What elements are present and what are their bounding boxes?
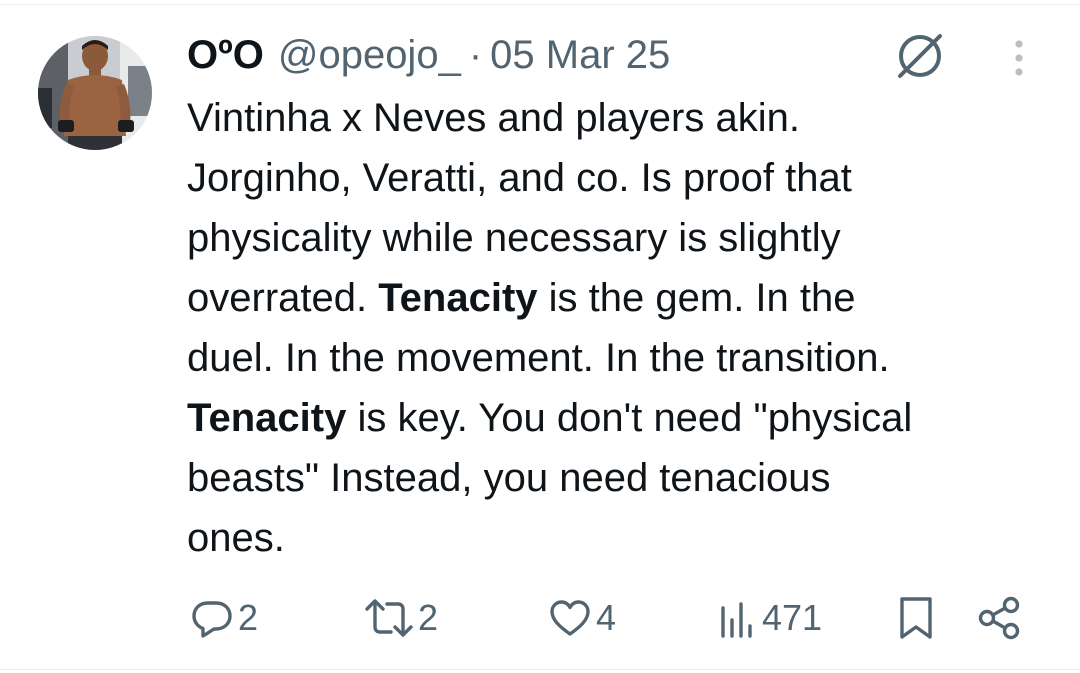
tweet-text-segment: overrated. [187, 276, 379, 320]
views-button[interactable]: 471 [718, 588, 822, 648]
heart-icon [550, 600, 590, 636]
tweet-line: ones. [187, 508, 1047, 568]
like-button[interactable]: 4 [548, 588, 616, 648]
tweet-date[interactable]: 05 Mar 25 [490, 30, 670, 80]
tweet-text-segment: ones. [187, 516, 285, 560]
tweet-line: Vintinha x Neves and players akin. [187, 88, 1047, 148]
bottom-divider [0, 669, 1080, 670]
tweet-line: Jorginho, Veratti, and co. Is proof that [187, 148, 1047, 208]
grok-icon[interactable] [894, 30, 946, 82]
tweet-header: OºO @opeojo_ · 05 Mar 25 [187, 30, 670, 80]
more-vertical-icon[interactable] [1004, 36, 1034, 80]
tweet-text-segment: is the gem. In the [537, 276, 856, 320]
reply-button[interactable]: 2 [190, 588, 258, 648]
reply-count: 2 [238, 597, 259, 638]
repost-button[interactable]: 2 [364, 588, 438, 648]
separator-dot: · [468, 33, 483, 77]
action-bar: 2 2 4 471 [0, 588, 1080, 648]
repost-count: 2 [418, 597, 439, 638]
share-icon [978, 596, 1020, 640]
tweet-line: beasts" Instead, you need tenacious [187, 448, 1047, 508]
tweet-text-segment: duel. In the movement. In the transition… [187, 336, 890, 380]
repost-icon [365, 599, 413, 637]
bookmark-button[interactable] [896, 588, 936, 648]
tweet-text-segment: physicality while necessary is slightly [187, 216, 841, 260]
tweet-line: duel. In the movement. In the transition… [187, 328, 1047, 388]
reply-icon [192, 601, 232, 638]
views-chart-icon [721, 602, 752, 638]
avatar-photo [38, 36, 152, 150]
tweet-line: physicality while necessary is slightly [187, 208, 1047, 268]
tweet-text-segment: Vintinha x Neves and players akin. [187, 96, 800, 140]
like-count: 4 [596, 597, 617, 638]
tweet-line: Tenacity is key. You don't need "physica… [187, 388, 1047, 448]
tweet-text-segment: beasts" Instead, you need tenacious [187, 456, 831, 500]
tweet-line: overrated. Tenacity is the gem. In the [187, 268, 1047, 328]
avatar[interactable] [38, 36, 152, 150]
tweet-text-segment: Jorginho, Veratti, and co. Is proof that [187, 156, 852, 200]
view-count: 471 [762, 597, 823, 638]
display-name[interactable]: OºO [187, 30, 264, 80]
share-button[interactable] [976, 588, 1024, 648]
tweet-text: Vintinha x Neves and players akin. Jorgi… [187, 88, 1047, 568]
bookmark-icon [900, 597, 932, 639]
user-handle[interactable]: @opeojo_ [278, 30, 461, 80]
tweet-bold-text: Tenacity [378, 276, 538, 320]
tweet-bold-text: Tenacity [187, 396, 347, 440]
top-divider [0, 4, 1080, 5]
tweet-text-segment: is key. You don't need "physical [346, 396, 913, 440]
